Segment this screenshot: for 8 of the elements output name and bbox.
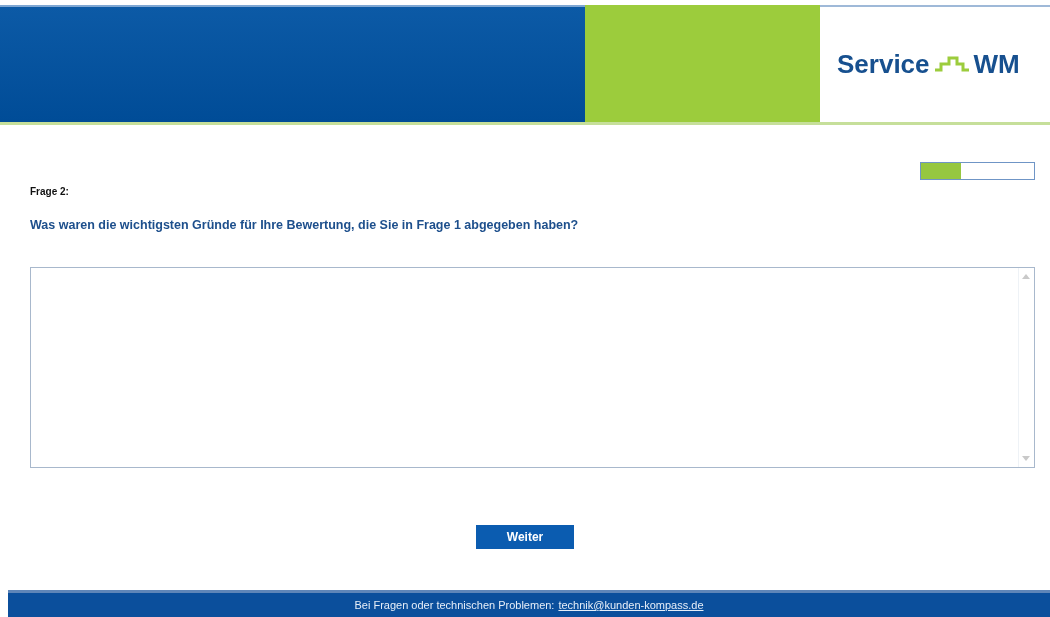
question-number: Frage 2: <box>30 186 70 197</box>
next-button[interactable]: Weiter <box>476 525 574 549</box>
logo-text: Service <box>837 49 930 80</box>
email-link[interactable]: technik@kunden-kompass.de <box>558 599 704 611</box>
logo-text: WM <box>973 49 1020 80</box>
question-text: Was waren die wichtigsten Gründe für Ihre Bewertung, die Sie in Frage 1 abgegeben haben? <box>30 218 580 232</box>
answer-box[interactable] <box>30 267 1035 468</box>
footer-text: Bei Fragen oder technischen Problemen: <box>354 599 555 611</box>
